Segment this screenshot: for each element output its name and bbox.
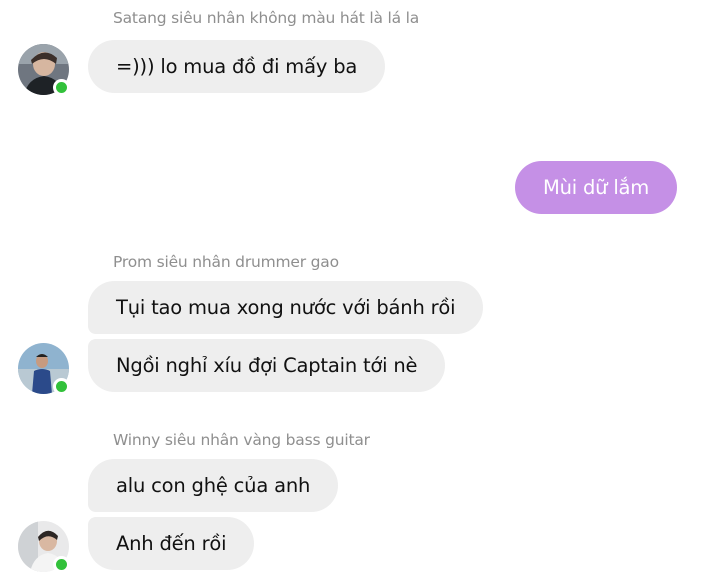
avatar-satang[interactable] [18,44,70,96]
message-bubble[interactable]: Ngồi nghỉ xíu đợi Captain tới nè [88,339,446,392]
message-bubble[interactable]: =))) lo mua đồ đi mấy ba [88,40,386,93]
message-bubble[interactable]: Tụi tao mua xong nước với bánh rồi [88,281,484,334]
online-status-icon [53,79,70,96]
avatar-winny[interactable] [18,521,70,573]
sender-name-satang: Satang siêu nhân không màu hát là lá la [113,9,420,27]
message-bubble[interactable]: alu con ghệ của anh [88,459,339,512]
sender-name-prom: Prom siêu nhân drummer gao [113,253,339,271]
avatar-prom[interactable] [18,343,70,395]
online-status-icon [53,378,70,395]
online-status-icon [53,556,70,573]
sender-name-winny: Winny siêu nhân vàng bass guitar [113,431,370,449]
message-bubble-outgoing[interactable]: Mùi dữ lắm [515,161,678,214]
message-bubble[interactable]: Anh đến rồi [88,517,255,570]
